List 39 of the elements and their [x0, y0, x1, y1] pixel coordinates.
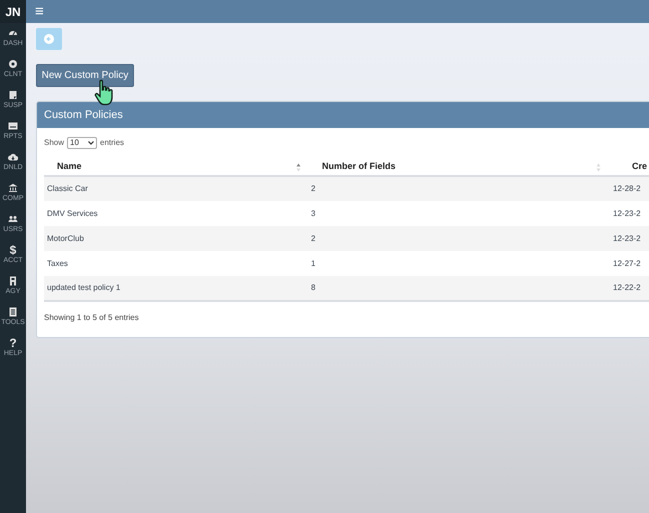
sort-icon[interactable]: [296, 162, 301, 172]
table-cell: DMV Services: [47, 208, 98, 218]
table-cell: 12-27-2: [613, 258, 641, 268]
table-cell: Taxes: [47, 258, 68, 268]
sidebar-icon: [8, 121, 18, 131]
chevron-down-icon: [88, 141, 94, 145]
sidebar-icon: [8, 307, 18, 317]
table-cell: 1: [311, 258, 316, 268]
back-arrow-icon: [44, 34, 54, 44]
table-cell: MotorClub: [47, 234, 84, 242]
back-button[interactable]: [36, 28, 62, 50]
sidebar-icon: [8, 214, 18, 224]
sidebar-icon: [8, 59, 18, 69]
column-header[interactable]: Name: [57, 160, 82, 174]
table-cell: updated test policy 1: [47, 283, 120, 292]
column-header[interactable]: Number of Fields: [322, 160, 396, 174]
table-info: Showing 1 to 5 of 5 entries: [44, 312, 140, 324]
table-cell: 3: [311, 208, 316, 218]
brand-logo: JN: [0, 0, 26, 23]
table-cell: 12-23-2: [613, 234, 641, 242]
sidebar-icon: [8, 28, 18, 38]
panel-title: Custom Policies: [44, 108, 123, 123]
sidebar-icon: [8, 183, 18, 193]
show-label: Show: [44, 137, 64, 149]
sidebar-icon: [8, 152, 18, 162]
sidebar-icon: [8, 90, 18, 100]
table-cell: 12-28-2: [613, 184, 641, 193]
new-custom-policy-button[interactable]: New Custom Policy: [36, 64, 134, 87]
table-cell: 12-23-2: [613, 208, 641, 218]
table-cell: 2: [311, 184, 316, 193]
table-cell: 8: [311, 283, 316, 292]
entries-select[interactable]: 10: [67, 137, 98, 149]
column-header[interactable]: Cre: [632, 160, 648, 174]
menu-icon[interactable]: ≡: [35, 4, 44, 19]
entries-label: entries: [100, 137, 124, 149]
table-cell: Classic Car: [47, 184, 88, 193]
sidebar-icon: [8, 276, 18, 286]
table-cell: 2: [311, 234, 316, 242]
table-cell: 12-22-2: [613, 283, 641, 292]
